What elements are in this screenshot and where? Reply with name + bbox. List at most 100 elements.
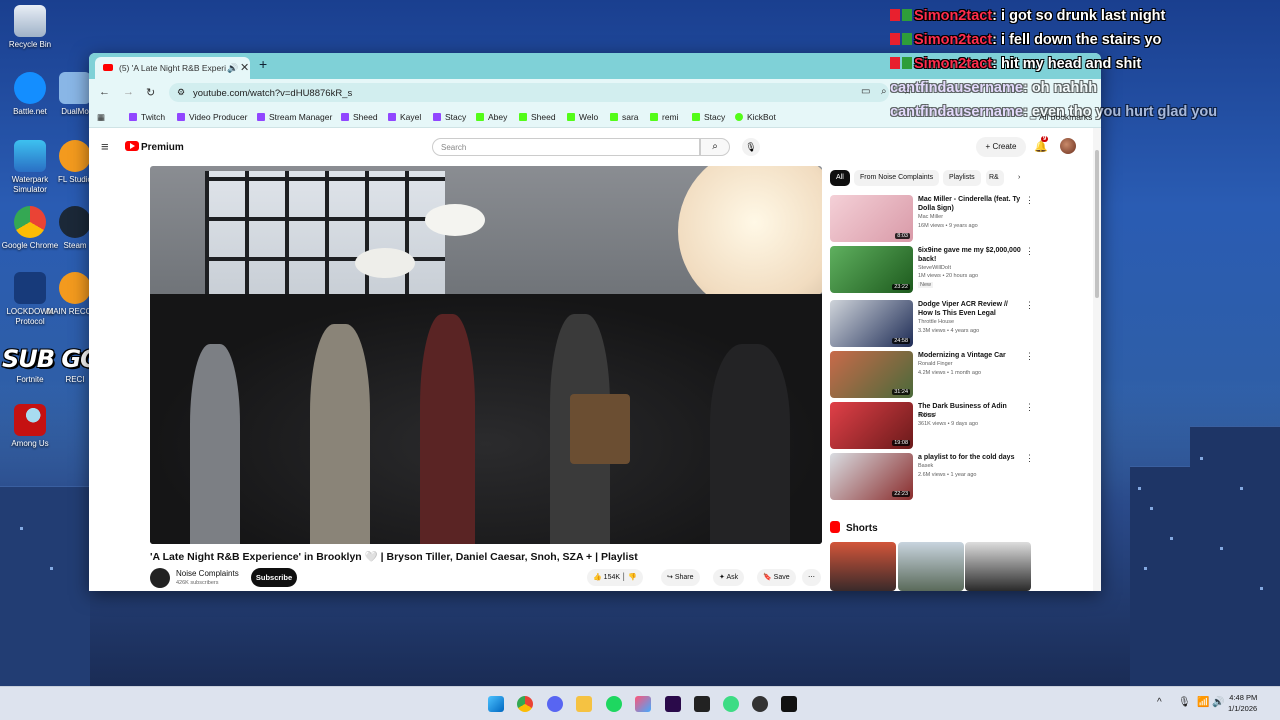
recommendation-item[interactable]: 23:22 6ix9ine gave me my $2,000,000 back… [830, 246, 1034, 293]
youtube-logo[interactable]: Premium [125, 141, 184, 153]
clock[interactable]: 4:48 PM 1/1/2026 [1228, 692, 1257, 714]
chip-all[interactable]: All [830, 170, 850, 186]
like-button[interactable]: 👍 154K │ 👎 [587, 569, 644, 586]
video-person [190, 344, 240, 544]
bookmark-stream-manager[interactable]: Stream Manager [257, 112, 332, 122]
twitch-icon [388, 113, 396, 121]
short-thumbnail[interactable] [898, 542, 964, 591]
mic-icon: 🎙 [745, 142, 757, 152]
forward-icon[interactable]: → [123, 86, 134, 98]
recommendation-item[interactable]: 24:58 Dodge Viper ACR Review // How Is T… [830, 300, 1034, 347]
search-input[interactable]: Search [432, 138, 700, 156]
video-person [710, 344, 790, 544]
url-input[interactable]: ⚙ youtube.com/watch?v=dHU8876kR_s [169, 83, 889, 102]
bookmark-welo[interactable]: Welo [567, 112, 598, 122]
short-thumbnail[interactable] [965, 542, 1031, 591]
chrome-taskbar-icon[interactable] [517, 696, 533, 712]
bookmark-sheed-kick[interactable]: Sheed [519, 112, 556, 122]
more-vert-icon[interactable]: ⋮ [1025, 300, 1034, 311]
volume-icon[interactable]: 🔊 [1212, 697, 1224, 708]
kick-icon [650, 113, 658, 121]
cast-icon[interactable]: ▭ [861, 86, 870, 97]
start-icon[interactable] [488, 696, 504, 712]
video-player[interactable] [150, 166, 822, 544]
video-lantern [355, 248, 415, 278]
bookmark-kickbot[interactable]: KickBot [735, 112, 776, 122]
search-button[interactable]: ⌕ [700, 138, 730, 156]
ask-button[interactable]: ✦ Ask [713, 569, 745, 586]
more-vert-icon[interactable]: ⋮ [1025, 402, 1034, 413]
rec-channel: SteveWillDoIt [918, 265, 952, 271]
new-tab-icon[interactable]: + [259, 56, 267, 72]
save-button[interactable]: 🔖 Save [757, 569, 796, 586]
clock-date: 1/1/2026 [1228, 704, 1258, 713]
avatar[interactable] [1060, 138, 1076, 154]
chip-from-channel[interactable]: From Noise Complaints [854, 170, 940, 186]
recommendation-item[interactable]: 8:03 Mac Miller - Cinderella (feat. Ty D… [830, 195, 1034, 242]
hamburger-menu-icon[interactable]: ≡ [101, 139, 109, 154]
close-tab-icon[interactable]: ✕ [240, 61, 249, 74]
scrollbar-thumb[interactable] [1095, 150, 1099, 298]
chip-rnb[interactable]: R& [986, 170, 1004, 186]
discord-icon[interactable] [547, 696, 563, 712]
bookmark-twitch[interactable]: Twitch [129, 112, 165, 122]
scrollbar[interactable] [1093, 128, 1101, 591]
more-vert-icon[interactable]: ⋮ [1025, 195, 1034, 206]
tab-youtube[interactable]: (5) 'A Late Night R&B Experi 🔊 ✕ [95, 57, 250, 79]
bookmark-sheed[interactable]: Sheed [341, 112, 378, 122]
wifi-icon[interactable]: 📶 [1197, 697, 1209, 708]
bookmark-sara[interactable]: sara [610, 112, 639, 122]
chip-playlists[interactable]: Playlists [943, 170, 981, 186]
subscribe-button[interactable]: Subscribe [251, 568, 297, 587]
recommendation-item[interactable]: 22:23 a playlist to for the cold days Ba… [830, 453, 1034, 500]
desktop-icon-recycle-bin[interactable]: Recycle Bin [0, 5, 60, 50]
site-info-icon[interactable]: ⚙ [177, 87, 185, 98]
recommendation-item[interactable]: 31:24 Modernizing a Vintage Car Ronald F… [830, 351, 1034, 398]
bookmark-abey[interactable]: Abey [476, 112, 507, 122]
rec-channel: Basek [918, 463, 934, 469]
back-icon[interactable]: ← [99, 86, 110, 98]
bookmark-icon: 🔖 [763, 574, 774, 581]
channel-name[interactable]: Noise Complaints [176, 569, 239, 578]
zoom-icon[interactable]: ⌕ [881, 86, 887, 97]
channel-avatar[interactable] [150, 568, 170, 588]
bookmark-stacy[interactable]: Stacy [433, 112, 466, 122]
short-thumbnail[interactable] [830, 542, 896, 591]
chat-message: Simon2tact: i got so drunk last night [890, 4, 1280, 28]
kick-icon [519, 113, 527, 121]
twitch-icon [341, 113, 349, 121]
chat-message: Simon2tact: i fell down the stairs yo [890, 28, 1280, 52]
voice-search-button[interactable]: 🎙 [742, 138, 760, 156]
chevron-right-icon[interactable]: › [1012, 170, 1026, 186]
bookmark-stacy-kick[interactable]: Stacy [692, 112, 725, 122]
reload-icon[interactable]: ↻ [146, 86, 155, 99]
bookmark-video-producer[interactable]: Video Producer [177, 112, 247, 122]
apps-icon[interactable]: ▦ [97, 112, 105, 123]
spotify-icon[interactable] [606, 696, 622, 712]
bookmark-remi[interactable]: remi [650, 112, 679, 122]
chat-text: hit my head and shit [1001, 56, 1142, 72]
premiere-icon[interactable] [665, 696, 681, 712]
more-vert-icon[interactable]: ⋮ [1025, 453, 1034, 464]
bookmark-kayel[interactable]: Kayel [388, 112, 421, 122]
copilot-icon[interactable] [635, 696, 651, 712]
more-actions-icon[interactable]: ⋯ [802, 569, 821, 586]
app-icon[interactable] [694, 696, 710, 712]
recommendation-item[interactable]: 19:08 The Dark Business of Adin Ross gol… [830, 402, 1034, 449]
obs-icon[interactable] [752, 696, 768, 712]
app-icon[interactable] [723, 696, 739, 712]
chat-message: cantfindausername: oh nahhh [890, 80, 1098, 96]
building [0, 486, 90, 686]
create-button[interactable]: + Create [976, 137, 1026, 157]
recycle-bin-icon [14, 5, 46, 37]
more-vert-icon[interactable]: ⋮ [1025, 351, 1034, 362]
more-vert-icon[interactable]: ⋮ [1025, 246, 1034, 257]
desktop-icon-among-us[interactable]: Among Us [0, 404, 60, 449]
share-button[interactable]: ↪ Share [661, 569, 700, 586]
mic-tray-icon[interactable]: 🎙 [1178, 697, 1191, 708]
file-explorer-icon[interactable] [576, 696, 592, 712]
app-icon[interactable] [781, 696, 797, 712]
chevron-up-icon[interactable]: ^ [1157, 697, 1162, 708]
notifications-button[interactable]: 🔔 9 [1034, 136, 1049, 153]
speaker-icon[interactable]: 🔊 [227, 63, 238, 74]
